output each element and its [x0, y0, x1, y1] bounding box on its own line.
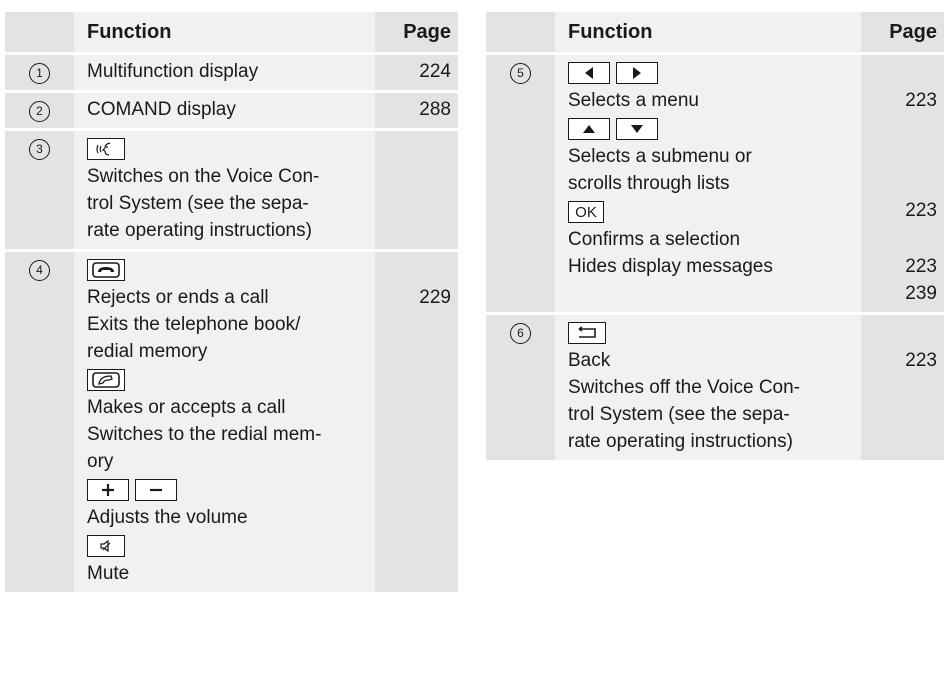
header-number-cell — [5, 12, 74, 52]
function-text: Multifunction display — [87, 61, 259, 82]
table-header-row: Function Page — [486, 12, 944, 52]
function-table-left: Function Page 1 Multifunction display 22… — [5, 9, 458, 595]
table-row-1: 1 Multifunction display 224 — [5, 55, 458, 90]
item-number-5: 5 — [510, 63, 531, 84]
table-row-4: 4 Rejects or ends a call Exits the telep… — [5, 252, 458, 592]
page-number: 223 — [905, 256, 937, 277]
header-number-cell — [486, 12, 555, 52]
function-text: COMAND display — [87, 99, 236, 120]
function-text: Rejects or ends a call — [87, 287, 269, 308]
page-number: 288 — [419, 99, 451, 120]
function-text: Adjusts the volume — [87, 507, 248, 528]
item-number-4: 4 — [29, 260, 50, 281]
header-function: Function — [555, 12, 861, 52]
function-text: Exits the telephone book/ — [87, 314, 301, 335]
function-text: Back — [568, 350, 611, 371]
ok-button-icon: OK — [568, 201, 604, 223]
table-row-6: 6 Back Switches off the Voice Con- trol … — [486, 315, 944, 460]
page-number: 239 — [905, 283, 937, 304]
page-number: 223 — [905, 200, 937, 221]
back-button-icon — [568, 322, 606, 344]
header-page: Page — [861, 12, 944, 52]
function-text: rate operating instructions) — [87, 220, 312, 241]
function-text: ory — [87, 451, 114, 472]
function-text: Hides display messages — [568, 256, 773, 277]
function-table-right: Function Page 5 Selects a menu Selects a… — [486, 9, 944, 463]
table-row-3: 3 Switches on the Voice Con- trol System… — [5, 131, 458, 249]
header-page: Page — [375, 12, 458, 52]
function-text: Selects a submenu or — [568, 146, 752, 167]
arrow-left-button-icon — [568, 62, 610, 84]
arrow-up-button-icon — [568, 118, 610, 140]
item-number-3: 3 — [29, 139, 50, 160]
function-text: Switches on the Voice Con- — [87, 166, 320, 187]
mute-button-icon — [87, 535, 125, 557]
arrow-down-button-icon — [616, 118, 658, 140]
function-text: scrolls through lists — [568, 173, 730, 194]
function-text: Confirms a selection — [568, 229, 741, 250]
item-number-1: 1 — [29, 63, 50, 84]
item-number-6: 6 — [510, 323, 531, 344]
function-text: Selects a menu — [568, 90, 699, 111]
voice-control-button-icon — [87, 138, 125, 160]
function-text: Switches off the Voice Con- — [568, 377, 800, 398]
phone-pick-up-button-icon — [87, 369, 125, 391]
item-number-2: 2 — [29, 101, 50, 122]
volume-minus-button-icon — [135, 479, 177, 501]
function-text: trol System (see the sepa- — [568, 404, 790, 425]
phone-hang-up-button-icon — [87, 259, 125, 281]
arrow-right-button-icon — [616, 62, 658, 84]
function-text: Switches to the redial mem- — [87, 424, 322, 445]
page-number: 223 — [905, 350, 937, 371]
function-text: rate operating instructions) — [568, 431, 793, 452]
table-row-5: 5 Selects a menu Selects a submenu or sc… — [486, 55, 944, 312]
function-text: trol System (see the sepa- — [87, 193, 309, 214]
table-row-2: 2 COMAND display 288 — [5, 93, 458, 128]
function-text: redial memory — [87, 341, 208, 362]
function-text: Makes or accepts a call — [87, 397, 286, 418]
function-text: Mute — [87, 563, 130, 584]
page-number: 224 — [419, 61, 451, 82]
page-number: 229 — [419, 287, 451, 308]
volume-plus-button-icon — [87, 479, 129, 501]
table-header-row: Function Page — [5, 12, 458, 52]
page-number: 223 — [905, 90, 937, 111]
header-function: Function — [74, 12, 375, 52]
